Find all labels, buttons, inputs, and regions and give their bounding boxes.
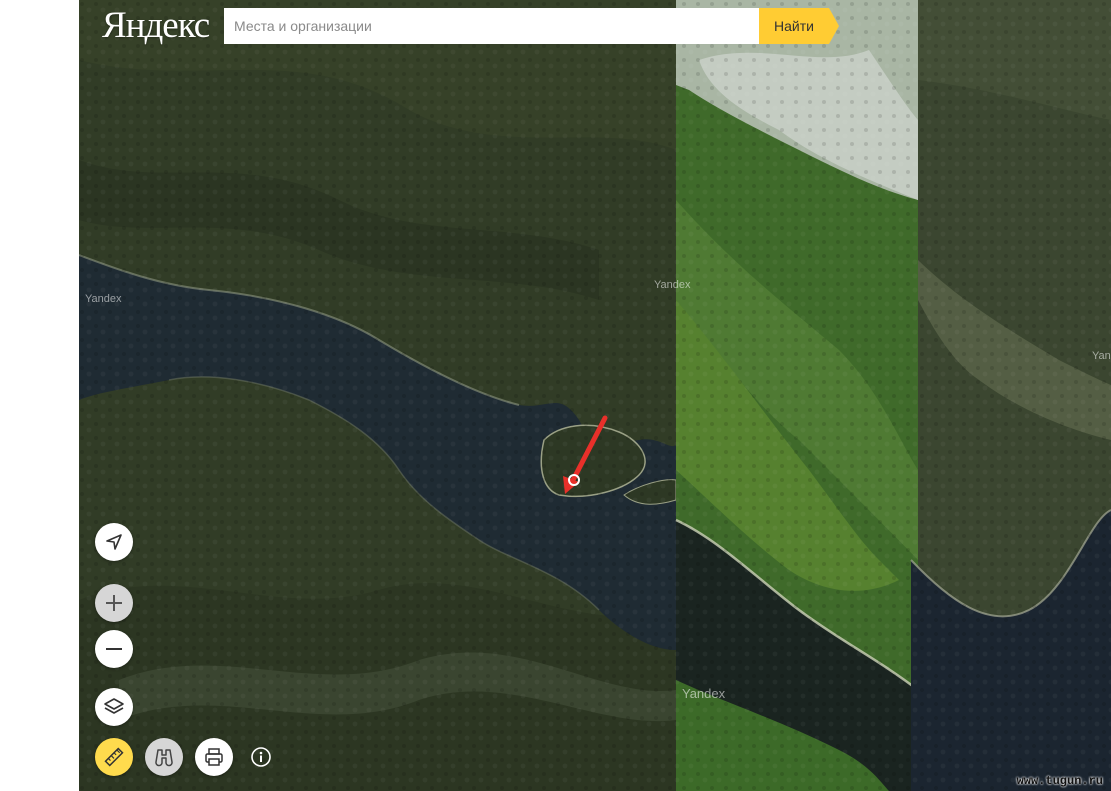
geolocation-button[interactable] — [95, 523, 133, 561]
top-bar: Яндекс Найти — [79, 0, 859, 56]
layers-button[interactable] — [95, 688, 133, 726]
search-input[interactable] — [224, 8, 759, 44]
navigation-arrow-icon — [106, 534, 122, 550]
map-watermark: Yandex — [1092, 350, 1111, 362]
map-watermark: Yandex — [654, 279, 691, 291]
map-watermark: Yandex — [85, 293, 122, 305]
zoom-out-button[interactable] — [95, 630, 133, 668]
map-imagery — [79, 0, 1111, 791]
print-button[interactable] — [195, 738, 233, 776]
ruler-icon — [104, 747, 124, 767]
zoom-in-button[interactable] — [95, 584, 133, 622]
find-button[interactable]: Найти — [759, 8, 829, 44]
plus-icon — [106, 595, 122, 611]
printer-icon — [205, 748, 223, 766]
binoculars-icon — [155, 749, 173, 767]
minus-icon — [106, 648, 122, 650]
panorama-button[interactable] — [145, 738, 183, 776]
layers-icon — [104, 698, 124, 714]
map-watermark: Yandex — [682, 686, 726, 701]
find-button-tip — [829, 8, 839, 44]
satellite-map[interactable]: Yandex Yandex Yandex Yandex — [79, 0, 1111, 791]
info-icon — [251, 747, 271, 767]
ruler-button[interactable] — [95, 738, 133, 776]
info-button[interactable] — [250, 746, 272, 768]
yandex-logo[interactable]: Яндекс — [102, 4, 210, 47]
site-watermark: www.tugun.ru — [1016, 774, 1103, 788]
